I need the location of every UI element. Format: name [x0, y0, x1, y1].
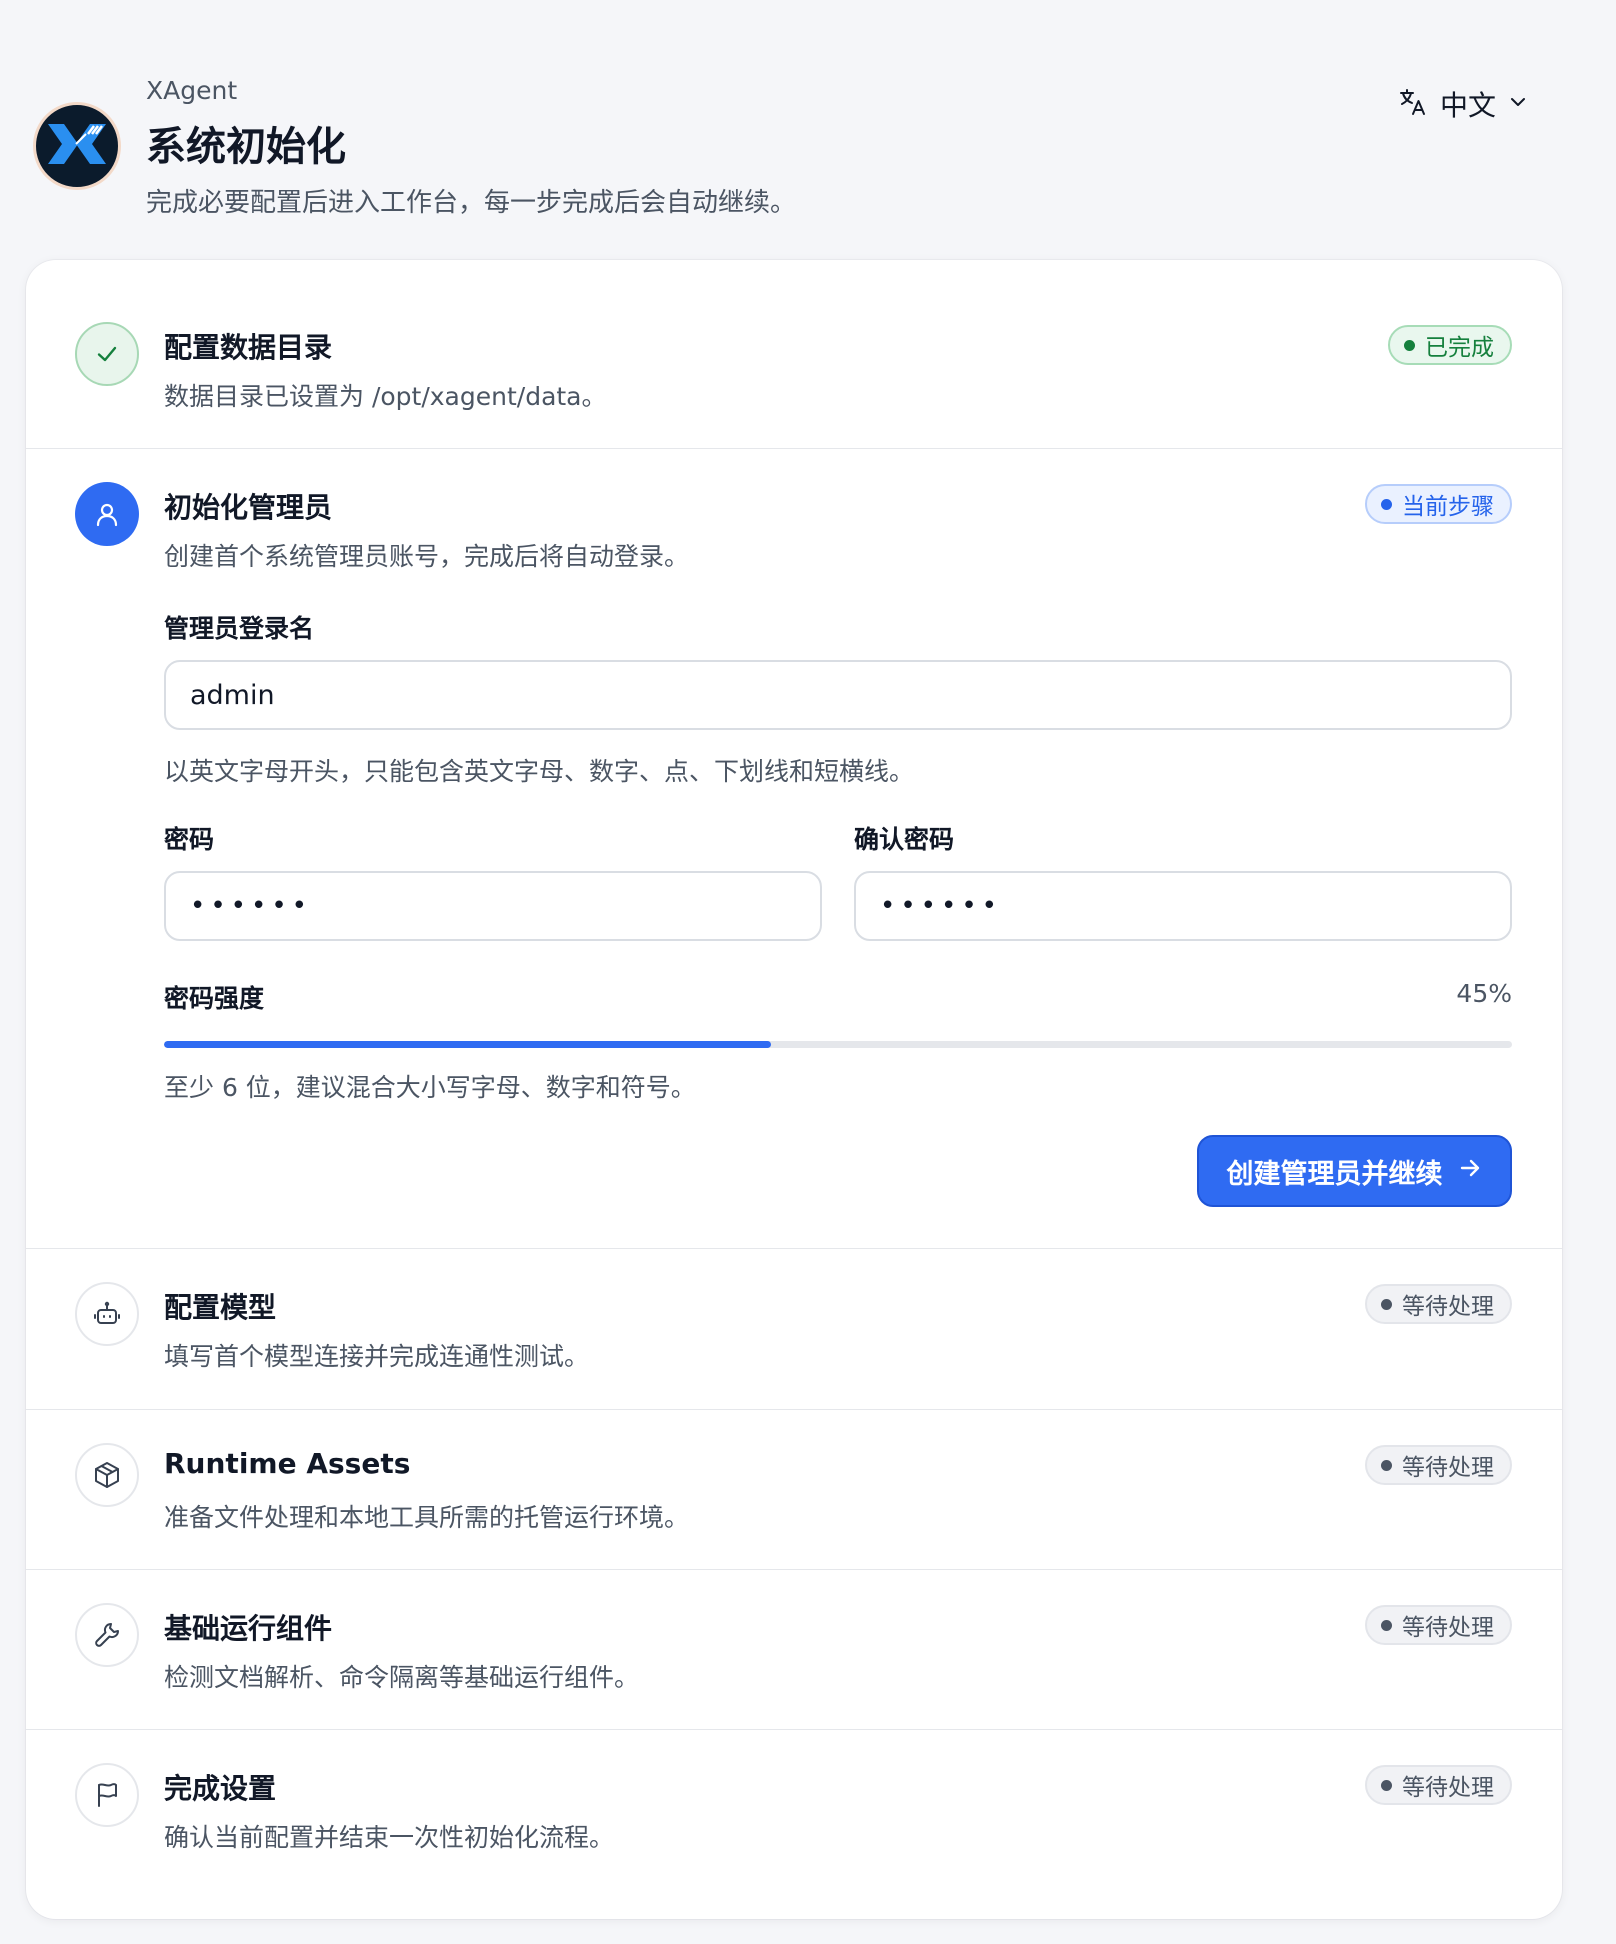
- status-badge: 等待处理: [1365, 1765, 1512, 1805]
- status-dot: [1404, 339, 1415, 351]
- username-label: 管理员登录名: [164, 614, 315, 643]
- step-title: 配置模型: [164, 1291, 277, 1324]
- status-label: 等待处理: [1402, 1615, 1494, 1641]
- step-title: 配置数据目录: [164, 331, 333, 364]
- strength-bar: [164, 1041, 1512, 1048]
- translate-icon: [1398, 87, 1428, 121]
- status-dot: [1381, 1459, 1392, 1471]
- user-icon: [75, 482, 139, 546]
- step-data-directory: 配置数据目录 数据目录已设置为 /opt/xagent/data。 已完成: [26, 260, 1562, 449]
- strength-bar-fill: [164, 1041, 771, 1048]
- step-description: 填写首个模型连接并完成连通性测试。: [164, 1342, 590, 1371]
- confirm-password-input[interactable]: ••••••: [854, 871, 1512, 941]
- step-runtime-assets: Runtime Assets 准备文件处理和本地工具所需的托管运行环境。 等待处…: [26, 1410, 1562, 1570]
- create-admin-button[interactable]: 创建管理员并继续: [1197, 1135, 1512, 1207]
- password-label: 密码: [164, 825, 215, 854]
- step-description: 创建首个系统管理员账号，完成后将自动登录。: [164, 542, 690, 571]
- step-description: 数据目录已设置为 /opt/xagent/data。: [164, 382, 607, 411]
- status-dot: [1381, 498, 1392, 510]
- step-title: 基础运行组件: [164, 1612, 333, 1645]
- status-dot: [1381, 1619, 1392, 1631]
- setup-card: 配置数据目录 数据目录已设置为 /opt/xagent/data。 已完成 初始…: [26, 260, 1562, 1919]
- step-title: 初始化管理员: [164, 491, 333, 524]
- step-title: 完成设置: [164, 1772, 277, 1805]
- step-base-components: 基础运行组件 检测文档解析、命令隔离等基础运行组件。 等待处理: [26, 1570, 1562, 1730]
- page-subtitle: 完成必要配置后进入工作台，每一步完成后会自动继续。: [146, 188, 797, 218]
- status-label: 已完成: [1425, 335, 1494, 361]
- strength-value: 45%: [1456, 979, 1512, 1008]
- status-badge: 等待处理: [1365, 1605, 1512, 1645]
- step-description: 确认当前配置并结束一次性初始化流程。: [164, 1823, 615, 1852]
- status-badge: 等待处理: [1365, 1445, 1512, 1485]
- step-description: 检测文档解析、命令隔离等基础运行组件。: [164, 1663, 640, 1692]
- status-label: 等待处理: [1402, 1455, 1494, 1481]
- status-label: 等待处理: [1402, 1294, 1494, 1320]
- wrench-icon: [75, 1603, 139, 1667]
- step-title: Runtime Assets: [164, 1447, 411, 1480]
- status-dot: [1381, 1779, 1392, 1791]
- check-icon: [75, 322, 139, 386]
- step-admin-init: 初始化管理员 创建首个系统管理员账号，完成后将自动登录。 当前步骤 管理员登录名…: [26, 449, 1562, 1249]
- app-name: XAgent: [146, 76, 238, 105]
- package-icon: [75, 1443, 139, 1507]
- app-logo: [33, 102, 121, 190]
- confirm-password-label: 确认密码: [854, 825, 955, 854]
- username-input[interactable]: admin: [164, 660, 1512, 730]
- status-badge: 等待处理: [1365, 1284, 1512, 1324]
- status-label: 等待处理: [1402, 1775, 1494, 1801]
- language-label: 中文: [1440, 89, 1497, 122]
- password-input[interactable]: ••••••: [164, 871, 822, 941]
- strength-hint: 至少 6 位，建议混合大小写字母、数字和符号。: [164, 1073, 696, 1102]
- flag-icon: [75, 1763, 139, 1827]
- button-label: 创建管理员并继续: [1226, 1158, 1443, 1190]
- username-hint: 以英文字母开头，只能包含英文字母、数字、点、下划线和短横线。: [164, 757, 915, 786]
- status-dot: [1381, 1298, 1392, 1310]
- status-label: 当前步骤: [1402, 494, 1494, 520]
- status-badge: 已完成: [1388, 325, 1512, 365]
- status-badge: 当前步骤: [1365, 484, 1512, 524]
- language-selector[interactable]: 中文: [1398, 84, 1528, 124]
- strength-label: 密码强度: [164, 984, 265, 1013]
- page-title: 系统初始化: [146, 124, 346, 170]
- step-description: 准备文件处理和本地工具所需的托管运行环境。: [164, 1503, 690, 1532]
- step-model-config: 配置模型 填写首个模型连接并完成连通性测试。 等待处理: [26, 1249, 1562, 1410]
- arrow-right-icon: [1457, 1155, 1483, 1188]
- robot-icon: [75, 1282, 139, 1346]
- chevron-down-icon: [1508, 92, 1528, 116]
- step-finish-setup: 完成设置 确认当前配置并结束一次性初始化流程。 等待处理: [26, 1730, 1562, 1890]
